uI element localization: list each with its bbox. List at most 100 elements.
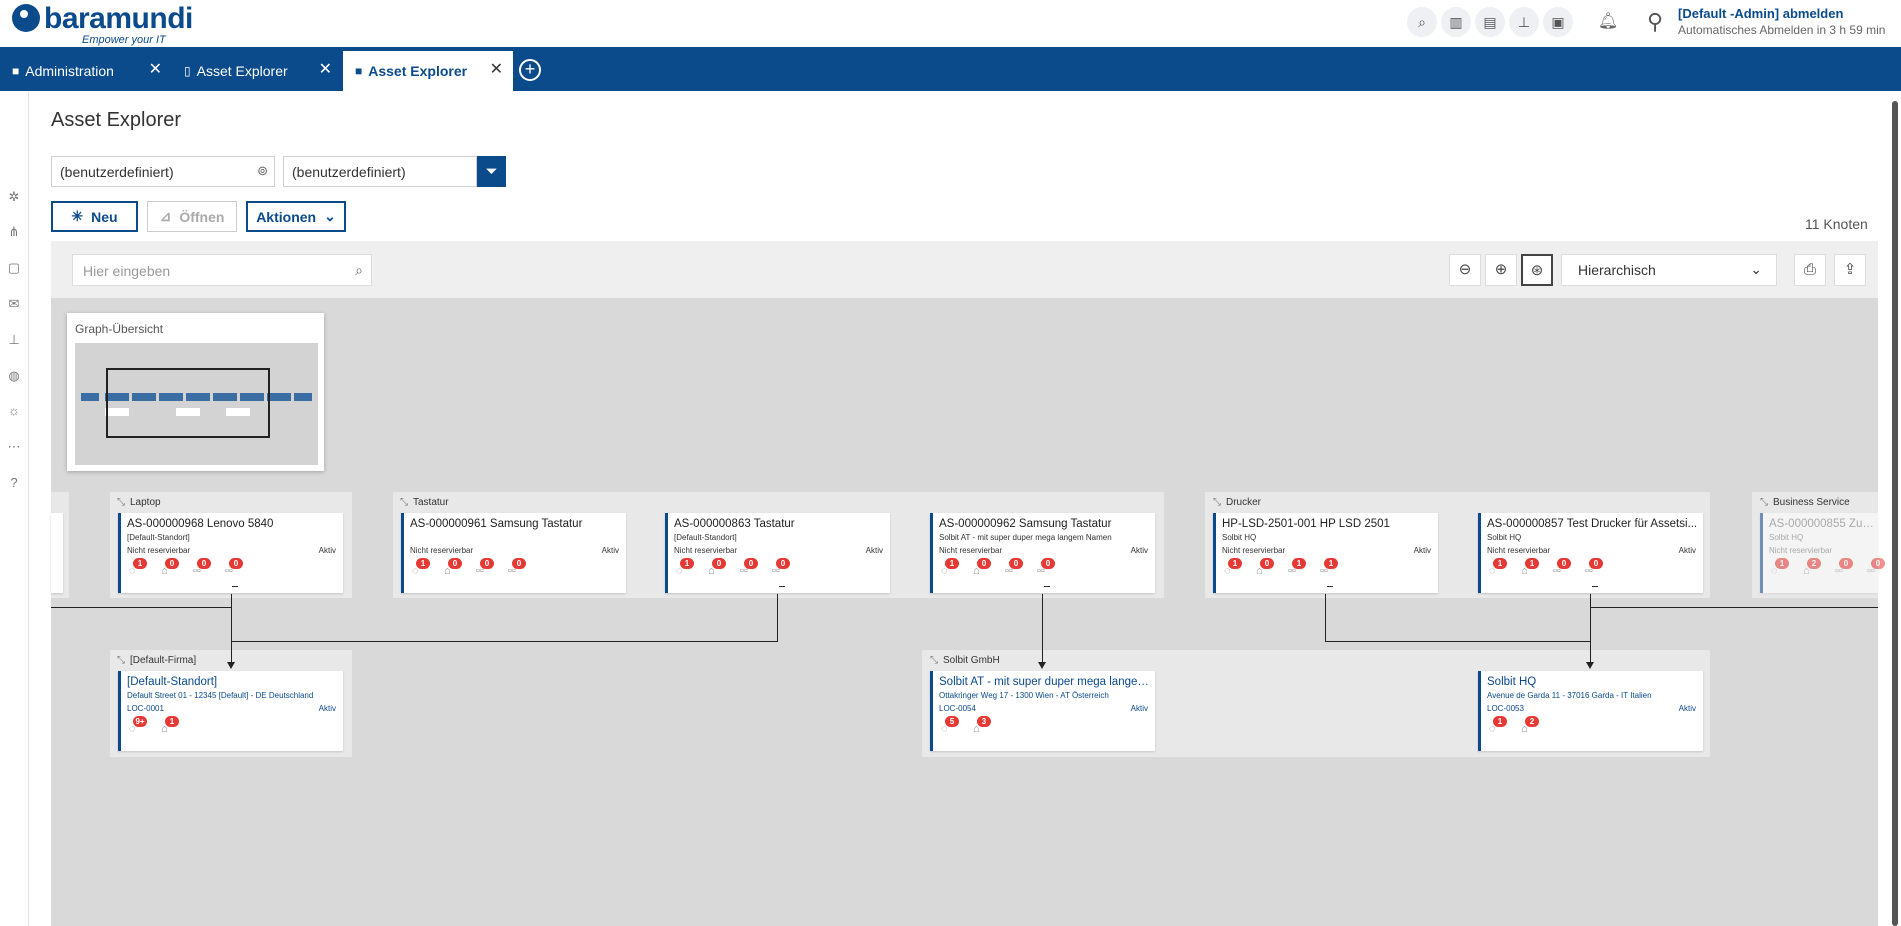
location-card[interactable]: Solbit HQ Avenue de Garda 11 - 37016 Gar… xyxy=(1478,671,1703,751)
link-icon[interactable]: ▫▫ 0 xyxy=(1585,558,1605,577)
filter-icon[interactable]: ⏷ xyxy=(477,156,506,187)
more-icon[interactable]: ⋯ xyxy=(6,439,22,455)
link-icon[interactable]: ▫▫ 0 xyxy=(1867,558,1887,577)
asset-card[interactable]: AS-000000968 Lenovo 5840 [Default-Stando… xyxy=(118,513,343,593)
zoom-fit-icon[interactable]: ⊛ xyxy=(1521,254,1553,286)
zoom-search-icon[interactable]: ⌕ xyxy=(1407,7,1437,37)
link-icon[interactable]: ▫▫ 0 xyxy=(508,558,528,577)
user-icon[interactable]: ◌ 1 xyxy=(1771,558,1791,577)
stamp-icon[interactable]: ⊥ xyxy=(6,332,22,348)
asset-icon[interactable]: ▫▫ 0 xyxy=(740,558,760,577)
asset-card[interactable]: AS-000000961 Samsung Tastatur Nicht rese… xyxy=(401,513,626,593)
asset-icon[interactable]: ▫▫ 0 xyxy=(476,558,496,577)
close-icon[interactable]: ✕ xyxy=(319,62,332,78)
edge xyxy=(777,594,778,642)
tab-administration[interactable]: ■ Administration ✕ xyxy=(0,51,172,91)
user-icon[interactable]: ◌ 1 xyxy=(412,558,432,577)
card-connector xyxy=(1592,586,1598,587)
location-card[interactable]: Solbit AT - mit super duper mega langem.… xyxy=(930,671,1155,751)
document-icon: ▯ xyxy=(184,64,191,78)
device-icon[interactable]: ⌂ 0 xyxy=(1256,558,1276,577)
graph-overview[interactable]: Graph-Übersicht xyxy=(67,313,324,471)
chart-icon[interactable]: ▥ xyxy=(1441,7,1471,37)
layout-select[interactable]: Hierarchisch ⌄ xyxy=(1561,254,1777,286)
device-icon[interactable]: ⌂ 2 xyxy=(1803,558,1823,577)
user-logout-link[interactable]: [Default -Admin] abmelden xyxy=(1678,6,1843,21)
user-icon[interactable]: ◌ 9+ xyxy=(129,716,149,735)
asset-card[interactable]: AS-000000855 Zugang Solbit HQ Nicht rese… xyxy=(1760,513,1885,593)
graph-search-input[interactable]: Hier eingeben ⌕ xyxy=(72,254,372,286)
lightbulb-icon[interactable]: ☼ xyxy=(6,403,22,419)
tab-asset-explorer-2[interactable]: ■ Asset Explorer ✕ xyxy=(343,51,513,91)
vertical-scrollbar[interactable] xyxy=(1892,101,1898,926)
asset-card[interactable]: HP-LSD-2501-001 HP LSD 2501 Solbit HQ Ni… xyxy=(1213,513,1438,593)
view-icon[interactable]: ⊚ xyxy=(257,163,268,179)
mail-icon[interactable]: ✉ xyxy=(6,296,22,312)
user-icon[interactable]: ◌ 1 xyxy=(1224,558,1244,577)
help-icon[interactable]: ? xyxy=(6,475,22,491)
asset-icon[interactable]: ▫▫ 0 xyxy=(1553,558,1573,577)
user-icon[interactable]: ◌ 1 xyxy=(1489,558,1509,577)
print-icon[interactable]: ⎙ xyxy=(1794,254,1826,286)
filter-select-2[interactable]: (benutzerdefiniert) xyxy=(283,156,477,187)
bell-icon[interactable]: 🔔︎ xyxy=(1596,10,1620,34)
collapse-icon[interactable]: ⤡ xyxy=(400,497,408,508)
link-icon[interactable]: ▫▫ 1 xyxy=(1320,558,1340,577)
card-connector xyxy=(779,586,785,587)
filter-select-1[interactable]: (benutzerdefiniert) ⊚ xyxy=(51,156,275,187)
user-icon[interactable]: ◌ 1 xyxy=(941,558,961,577)
add-tab-icon[interactable]: + xyxy=(519,59,541,81)
device-icon[interactable]: ⌂ 1 xyxy=(1521,558,1541,577)
open-button[interactable]: ⊿ Öffnen xyxy=(147,201,237,232)
clipboard-icon[interactable]: ▢ xyxy=(6,260,22,276)
asset-icon[interactable]: ▫▫ 0 xyxy=(193,558,213,577)
hierarchy-icon[interactable]: ⋔ xyxy=(6,224,22,240)
device-icon[interactable]: ⌂ 0 xyxy=(444,558,464,577)
collapse-icon[interactable]: ⤡ xyxy=(1213,497,1221,508)
tab-asset-explorer-1[interactable]: ▯ Asset Explorer ✕ xyxy=(172,51,342,91)
hierarchy-icon[interactable]: ⊥ xyxy=(1509,7,1539,37)
device-icon[interactable]: ⌂ 0 xyxy=(161,558,181,577)
user-icon[interactable]: ⚲ xyxy=(1640,7,1670,37)
link-icon[interactable]: ▫▫ 0 xyxy=(225,558,245,577)
presentation-icon[interactable]: ▤ xyxy=(1475,7,1505,37)
asset-icon[interactable]: ▫▫ 1 xyxy=(1288,558,1308,577)
device-icon[interactable]: ⌂ 0 xyxy=(708,558,728,577)
asset-card[interactable]: AS-000000962 Samsung Tastatur Solbit AT … xyxy=(930,513,1155,593)
link-icon[interactable]: ▫▫ 0 xyxy=(772,558,792,577)
clipboard-icon[interactable]: ▣ xyxy=(1543,7,1573,37)
collapse-icon[interactable]: ⤡ xyxy=(930,655,938,666)
location-card[interactable]: [Default-Standort] Default Street 01 - 1… xyxy=(118,671,343,751)
asset-card-partial[interactable] xyxy=(51,513,63,593)
asset-icon[interactable]: ▫▫ 0 xyxy=(1005,558,1025,577)
collapse-icon[interactable]: ⤡ xyxy=(117,497,125,508)
close-icon[interactable]: ✕ xyxy=(490,62,503,78)
link-icon[interactable]: ▫▫ 0 xyxy=(1037,558,1057,577)
zoom-in-icon[interactable]: ⊕ xyxy=(1485,254,1517,286)
close-icon[interactable]: ✕ xyxy=(149,62,162,78)
device-icon[interactable]: ⌂ 1 xyxy=(161,716,181,735)
collapse-icon[interactable]: ⤡ xyxy=(117,655,125,666)
asset-card[interactable]: AS-000000863 Tastatur [Default-Standort]… xyxy=(665,513,890,593)
asset-card[interactable]: AS-000000857 Test Drucker für Assetsi...… xyxy=(1478,513,1703,593)
zoom-out-icon[interactable]: ⊖ xyxy=(1449,254,1481,286)
user-icon[interactable]: ◌ 1 xyxy=(1489,716,1509,735)
asset-icon[interactable]: ▫▫ 0 xyxy=(1835,558,1855,577)
device-icon[interactable]: ⌂ 2 xyxy=(1521,716,1541,735)
collapse-icon[interactable]: ⤡ xyxy=(1760,497,1768,508)
globe-icon[interactable]: ◍ xyxy=(6,368,22,384)
export-icon[interactable]: ⇪ xyxy=(1834,254,1866,286)
open-label: Öffnen xyxy=(179,208,225,225)
device-icon[interactable]: ⌂ 0 xyxy=(973,558,993,577)
overview-viewport[interactable] xyxy=(106,368,270,438)
user-icon[interactable]: ◌ 5 xyxy=(941,716,961,735)
device-icon[interactable]: ⌂ 3 xyxy=(973,716,993,735)
user-icon[interactable]: ◌ 1 xyxy=(676,558,696,577)
overview-canvas[interactable] xyxy=(75,343,318,465)
gear-icon[interactable]: ✲ xyxy=(6,189,22,205)
actions-button[interactable]: Aktionen ⌄ xyxy=(246,201,346,232)
card-badges: ◌ 1 ⌂ 0 ▫▫ 0 ▫▫ 0 xyxy=(676,558,792,577)
new-button[interactable]: ✳ Neu xyxy=(51,201,138,232)
search-icon[interactable]: ⌕ xyxy=(355,262,363,279)
user-icon[interactable]: ◌ 1 xyxy=(129,558,149,577)
